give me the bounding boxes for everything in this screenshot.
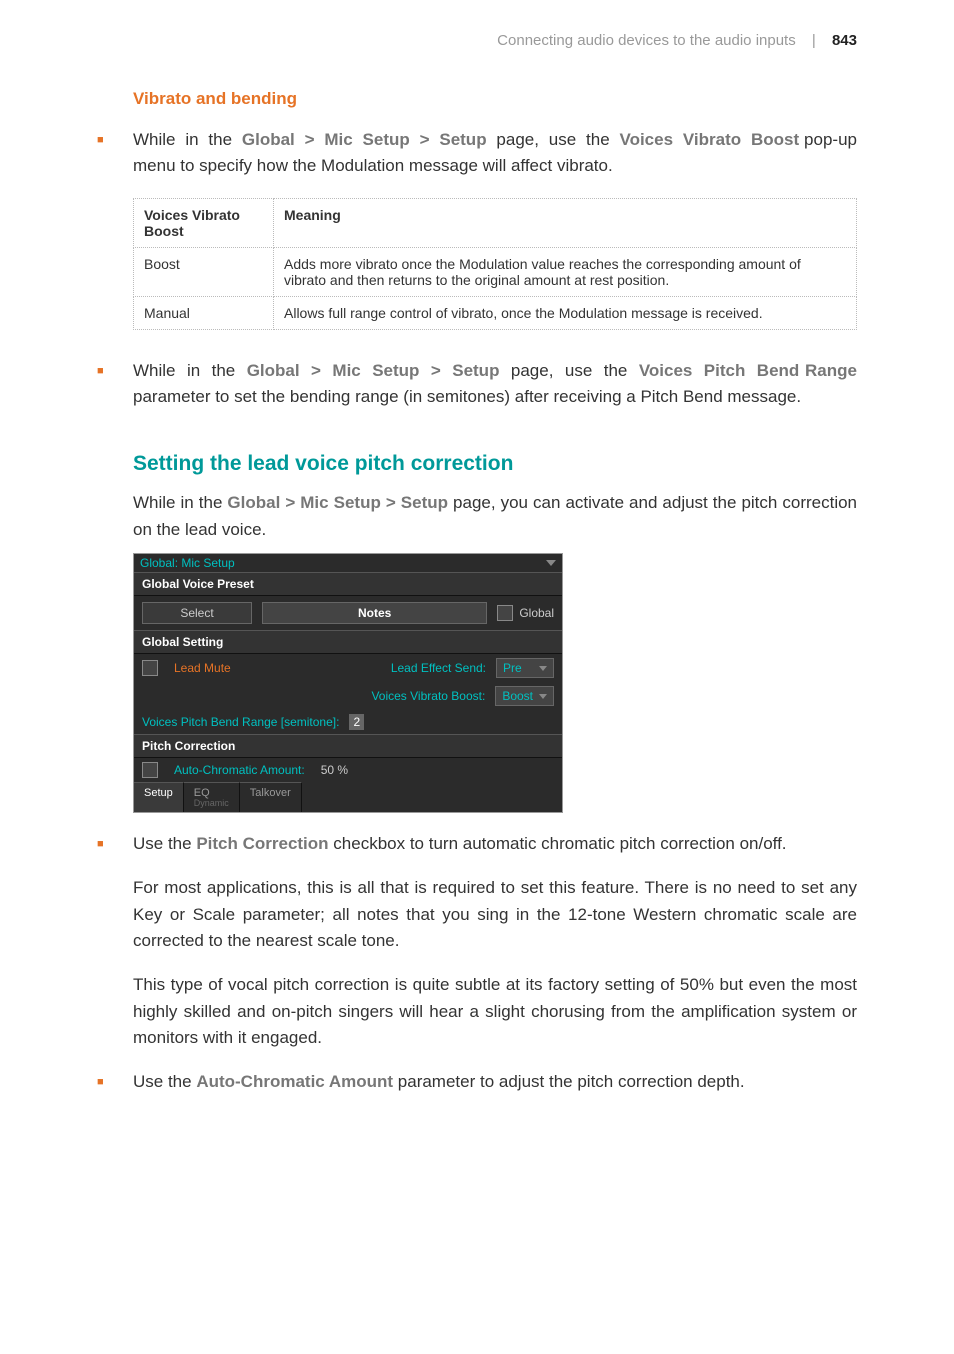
- voices-vibrato-boost-dropdown[interactable]: Boost: [495, 686, 554, 706]
- table-header: Voices Vibrato Boost: [134, 198, 274, 247]
- checkbox-icon: [497, 605, 513, 621]
- select-button[interactable]: Select: [142, 602, 252, 624]
- auto-chromatic-amount-label: Auto-Chromatic Amount:: [174, 763, 305, 777]
- bullet-marker: ■: [97, 127, 133, 180]
- global-checkbox[interactable]: Global: [497, 605, 554, 621]
- menu-path: Global > Mic Setup > Setup: [247, 361, 500, 380]
- header-page-number: 843: [832, 32, 857, 49]
- running-header: Connecting audio devices to the audio in…: [97, 32, 857, 49]
- bullet-pitch-correction-checkbox: ■ Use the Pitch Correction checkbox to t…: [97, 831, 857, 857]
- menu-path: Global > Mic Setup > Setup: [242, 130, 487, 149]
- section-global-setting: Global Setting: [134, 630, 562, 654]
- param-name: Voices Vibrato Boost: [620, 130, 800, 149]
- tab-setup[interactable]: Setup: [134, 782, 184, 812]
- bullet-marker: ■: [97, 358, 133, 411]
- lead-effect-send-label: Lead Effect Send:: [254, 661, 486, 675]
- section-global-voice-preset: Global Voice Preset: [134, 572, 562, 596]
- tab-talkover[interactable]: Talkover: [240, 782, 302, 812]
- bullet-text: While in the Global > Mic Setup > Setup …: [133, 358, 857, 411]
- global-label: Global: [519, 606, 554, 620]
- section-pitch-correction: Pitch Correction: [134, 734, 562, 758]
- heading-vibrato-and-bending: Vibrato and bending: [133, 89, 857, 109]
- body-paragraph: This type of vocal pitch correction is q…: [133, 972, 857, 1051]
- pitch-correction-checkbox[interactable]: [142, 762, 158, 778]
- header-separator: |: [812, 32, 816, 49]
- device-titlebar: Global: Mic Setup: [134, 554, 562, 572]
- bullet-text: While in the Global > Mic Setup > Setup …: [133, 127, 857, 180]
- chevron-down-icon: [539, 666, 547, 671]
- auto-chromatic-amount-value[interactable]: 50 %: [321, 763, 348, 777]
- header-section: Connecting audio devices to the audio in…: [497, 32, 796, 49]
- dropdown-icon[interactable]: [546, 560, 556, 566]
- param-name: Voices Pitch Bend Range: [639, 361, 857, 380]
- bullet-text: Use the Auto-Chromatic Amount parameter …: [133, 1069, 857, 1095]
- pitch-bend-range-label: Voices Pitch Bend Range [semitone]:: [142, 715, 339, 729]
- heading-lead-voice-pitch-correction: Setting the lead voice pitch correction: [133, 452, 857, 476]
- param-name: Pitch Correction: [196, 834, 328, 853]
- table-header-row: Voices Vibrato Boost Meaning: [134, 198, 857, 247]
- table-header: Meaning: [274, 198, 857, 247]
- bullet-pitch-bend-range: ■ While in the Global > Mic Setup > Setu…: [97, 358, 857, 411]
- bullet-text: Use the Pitch Correction checkbox to tur…: [133, 831, 857, 857]
- lead-mute-checkbox[interactable]: [142, 660, 158, 676]
- bullet-vibrato-boost: ■ While in the Global > Mic Setup > Setu…: [97, 127, 857, 180]
- lead-effect-send-dropdown[interactable]: Pre: [496, 658, 554, 678]
- param-name: Auto-Chromatic Amount: [196, 1072, 393, 1091]
- device-title-text: Global: Mic Setup: [140, 556, 235, 570]
- bullet-auto-chromatic-amount: ■ Use the Auto-Chromatic Amount paramete…: [97, 1069, 857, 1095]
- intro-paragraph: While in the Global > Mic Setup > Setup …: [133, 490, 857, 543]
- pitch-bend-range-field[interactable]: 2: [349, 714, 364, 730]
- menu-path: Global > Mic Setup > Setup: [227, 493, 448, 512]
- voices-vibrato-boost-label: Voices Vibrato Boost:: [248, 689, 485, 703]
- tab-eq-dynamic[interactable]: EQ Dynamic: [184, 782, 240, 812]
- table-row: Manual Allows full range control of vibr…: [134, 296, 857, 329]
- bullet-marker: ■: [97, 831, 133, 857]
- device-tabs: Setup EQ Dynamic Talkover: [134, 782, 562, 812]
- chevron-down-icon: [539, 694, 547, 699]
- voices-vibrato-boost-table: Voices Vibrato Boost Meaning Boost Adds …: [133, 198, 857, 330]
- preset-value[interactable]: Notes: [262, 602, 487, 624]
- lead-mute-label: Lead Mute: [174, 661, 244, 675]
- bullet-marker: ■: [97, 1069, 133, 1095]
- device-screenshot: Global: Mic Setup Global Voice Preset Se…: [133, 553, 563, 813]
- table-row: Boost Adds more vibrato once the Modulat…: [134, 247, 857, 296]
- body-paragraph: For most applications, this is all that …: [133, 875, 857, 954]
